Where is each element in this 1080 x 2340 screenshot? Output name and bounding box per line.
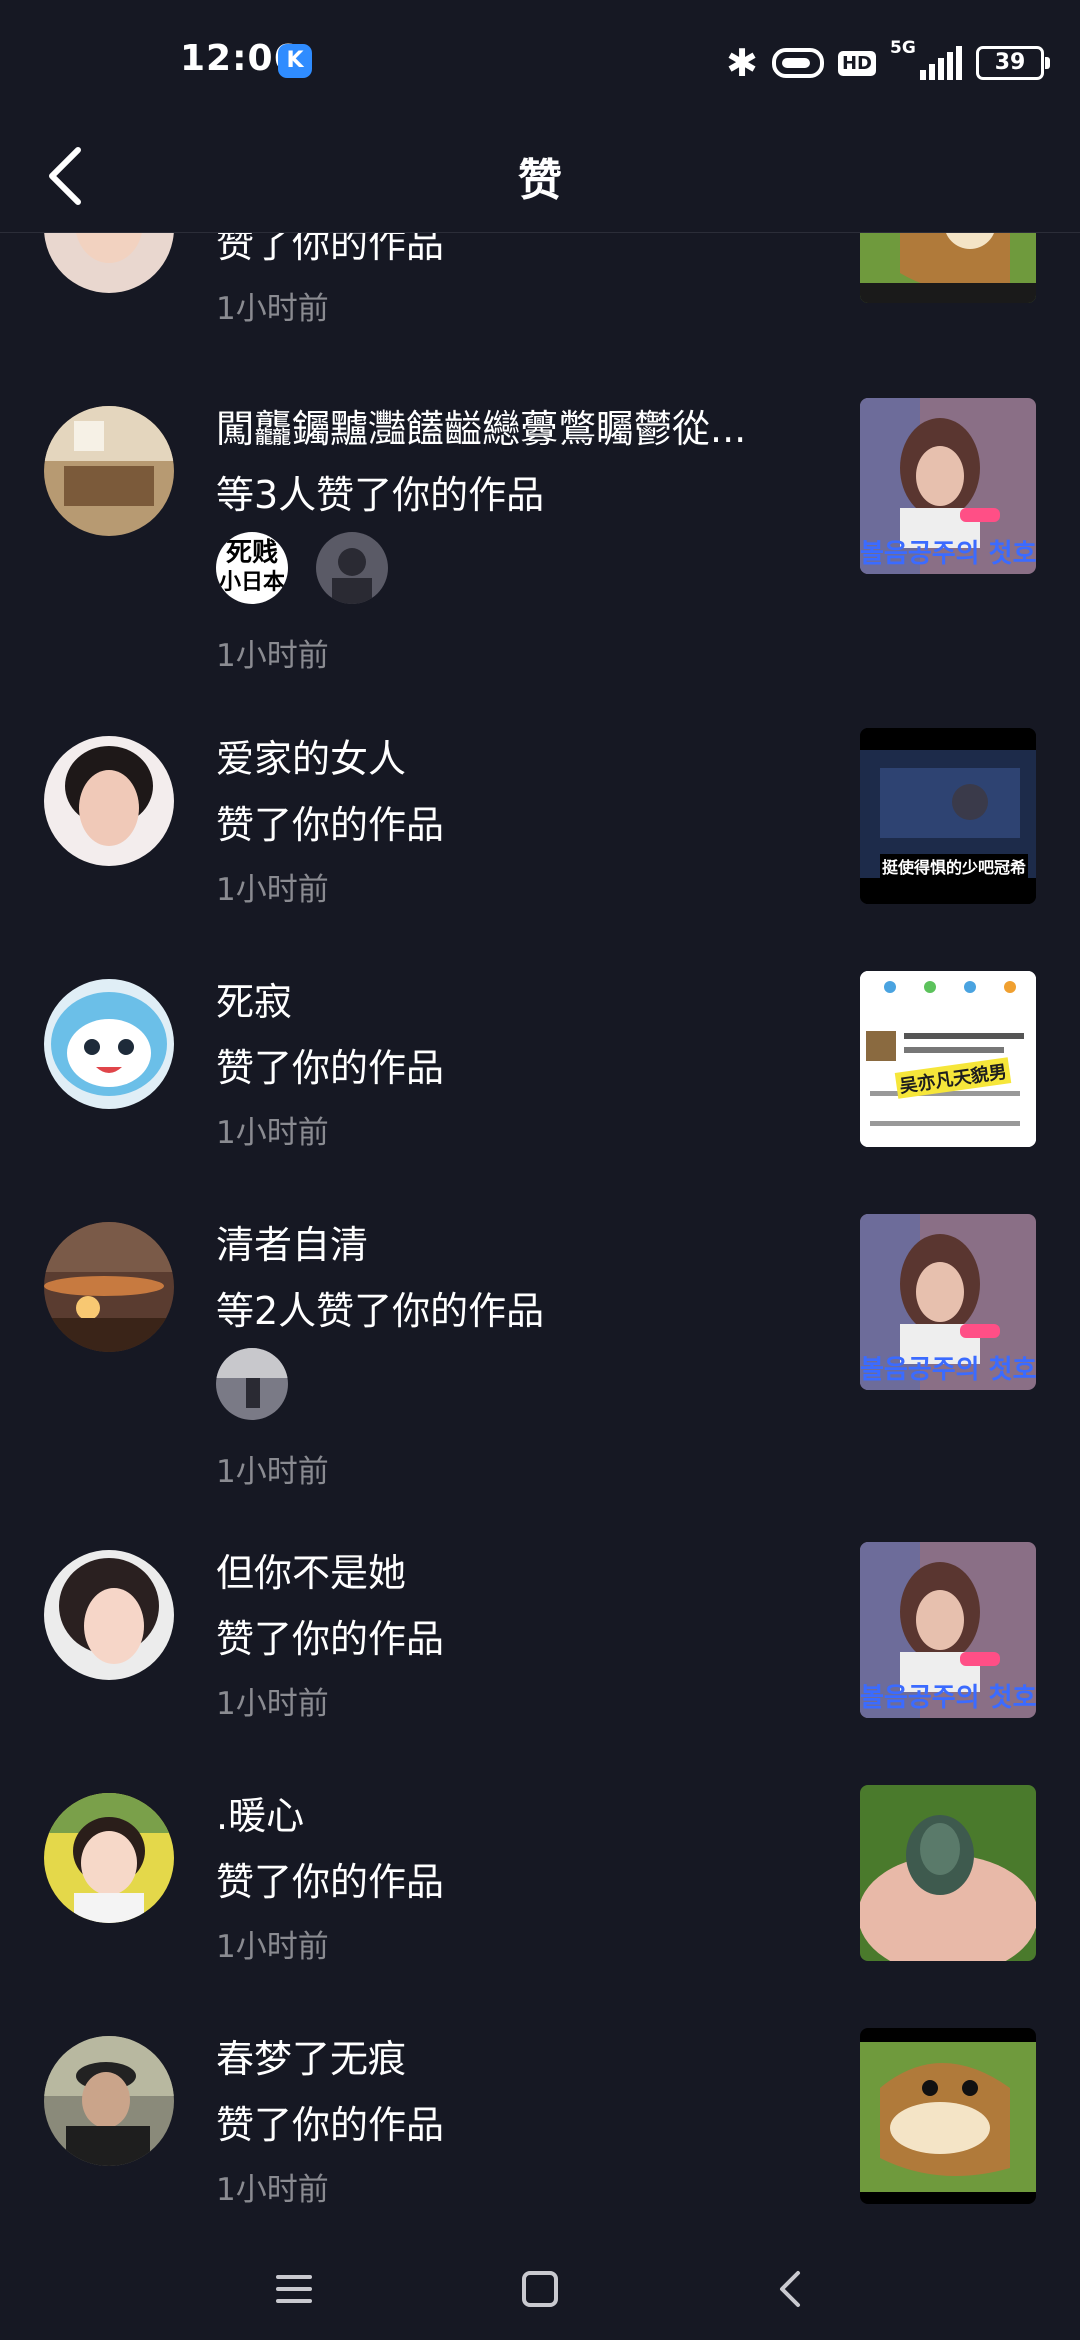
like-action-text: 赞了你的作品 [216, 1860, 445, 1904]
app-notification-badge: K [278, 44, 312, 78]
liker-name[interactable]: 但你不是她 [216, 1542, 406, 1597]
small-avatar[interactable]: 死贱 小日本 [216, 532, 288, 604]
timestamp: 1小时前 [216, 1454, 329, 1490]
post-thumbnail[interactable] [860, 1785, 1036, 1961]
avatar[interactable] [44, 979, 174, 1109]
likes-list: 赞了你的作品 1小时前 闖龘钃黸灩饚齸纞虋鷩矚鬱從... 等3人赞了你的作品 死… [0, 233, 1080, 2233]
liker-name[interactable]: 闖龘钃黸灩饚齸纞虋鷩矚鬱從... [216, 398, 746, 453]
post-thumbnail[interactable] [860, 233, 1036, 303]
small-avatar-text: 死贱 [225, 538, 278, 568]
list-item[interactable]: 但你不是她 赞了你的作品 1小时前 볼음공주의 첫호 [0, 1542, 1080, 1782]
liker-name[interactable]: 爱家的女人 [216, 728, 406, 783]
like-action-text: 等3人赞了你的作品 [216, 473, 545, 517]
like-action-text: 赞了你的作品 [216, 2103, 445, 2147]
like-action-text: 等2人赞了你的作品 [216, 1289, 545, 1333]
timestamp: 1小时前 [216, 638, 329, 674]
menu-button[interactable] [264, 2259, 324, 2319]
liker-name[interactable]: .暖心 [216, 1785, 304, 1840]
battery-indicator: 39 [976, 46, 1050, 80]
timestamp: 1小时前 [216, 291, 329, 327]
timestamp: 1小时前 [216, 872, 329, 908]
timestamp: 1小时前 [216, 1115, 329, 1151]
network-type: 5G [890, 38, 916, 58]
post-thumbnail[interactable]: 볼음공주의 첫호 [860, 1214, 1036, 1390]
home-button[interactable] [510, 2259, 570, 2319]
thumbnail-caption: 挺使得惧的少吧冠希 [880, 854, 1029, 878]
signal-icon: 5G [890, 38, 962, 80]
liker-name[interactable]: 死寂 [216, 971, 292, 1026]
page-title: 赞 [518, 155, 562, 206]
status-bar: 12:06 K ✱ HD 5G 39 [0, 0, 1080, 120]
avatar[interactable] [44, 1222, 174, 1352]
vibrate-icon [771, 48, 824, 78]
post-thumbnail[interactable]: 볼음공주의 첫호 [860, 398, 1036, 574]
bluetooth-icon: ✱ [726, 41, 758, 85]
timestamp: 1小时前 [216, 1686, 329, 1722]
post-thumbnail[interactable]: 吴亦凡天貌男 [860, 971, 1036, 1147]
like-action-text: 赞了你的作品 [216, 803, 445, 847]
list-item[interactable]: .暖心 赞了你的作品 1小时前 [0, 1785, 1080, 2025]
system-navigation-bar [0, 2235, 1080, 2340]
avatar[interactable] [44, 1550, 174, 1680]
list-item[interactable]: 清者自清 等2人赞了你的作品 1小时前 볼음공주의 첫호 [0, 1214, 1080, 1544]
like-action-text: 赞了你的作品 [216, 1046, 445, 1090]
like-action-text: 赞了你的作品 [216, 1617, 445, 1661]
status-icons: ✱ HD 5G 39 [726, 36, 1050, 90]
chevron-left-icon [780, 2271, 800, 2307]
hd-badge: HD [837, 50, 876, 76]
avatar[interactable] [44, 2036, 174, 2166]
avatar[interactable] [44, 233, 174, 293]
home-square-icon [522, 2271, 558, 2307]
menu-icon [276, 2275, 312, 2303]
small-avatar-text: 小日本 [218, 570, 285, 595]
timestamp: 1小时前 [216, 2172, 329, 2208]
timestamp: 1小时前 [216, 1929, 329, 1965]
list-item[interactable]: 闖龘钃黸灩饚齸纞虋鷩矚鬱從... 等3人赞了你的作品 死贱 小日本 1小时前 볼… [0, 398, 1080, 728]
system-back-button[interactable] [762, 2259, 822, 2319]
avatar[interactable] [44, 1793, 174, 1923]
post-thumbnail[interactable]: 볼음공주의 첫호 [860, 1542, 1036, 1718]
thumbnail-caption: 볼음공주의 첫호 [860, 539, 1036, 569]
small-avatar[interactable] [316, 532, 388, 604]
list-item[interactable]: 春梦了无痕 赞了你的作品 1小时前 [0, 2028, 1080, 2233]
liker-name[interactable]: 清者自清 [216, 1214, 368, 1269]
like-action-text: 赞了你的作品 [216, 233, 445, 266]
post-thumbnail[interactable] [860, 2028, 1036, 2204]
avatar[interactable] [44, 406, 174, 536]
thumbnail-caption: 볼음공주의 첫호 [860, 1683, 1036, 1713]
list-item[interactable]: 爱家的女人 赞了你的作品 1小时前 挺使得惧的少吧冠希 [0, 728, 1080, 968]
list-item[interactable]: 死寂 赞了你的作品 1小时前 吴亦凡天貌男 [0, 971, 1080, 1211]
avatar[interactable] [44, 736, 174, 866]
small-avatar[interactable] [216, 1348, 288, 1420]
thumbnail-caption: 볼음공주의 첫호 [860, 1355, 1036, 1385]
post-thumbnail[interactable]: 挺使得惧的少吧冠希 [860, 728, 1036, 904]
page-header: 赞 [0, 120, 1080, 233]
liker-name[interactable]: 春梦了无痕 [216, 2028, 406, 2083]
